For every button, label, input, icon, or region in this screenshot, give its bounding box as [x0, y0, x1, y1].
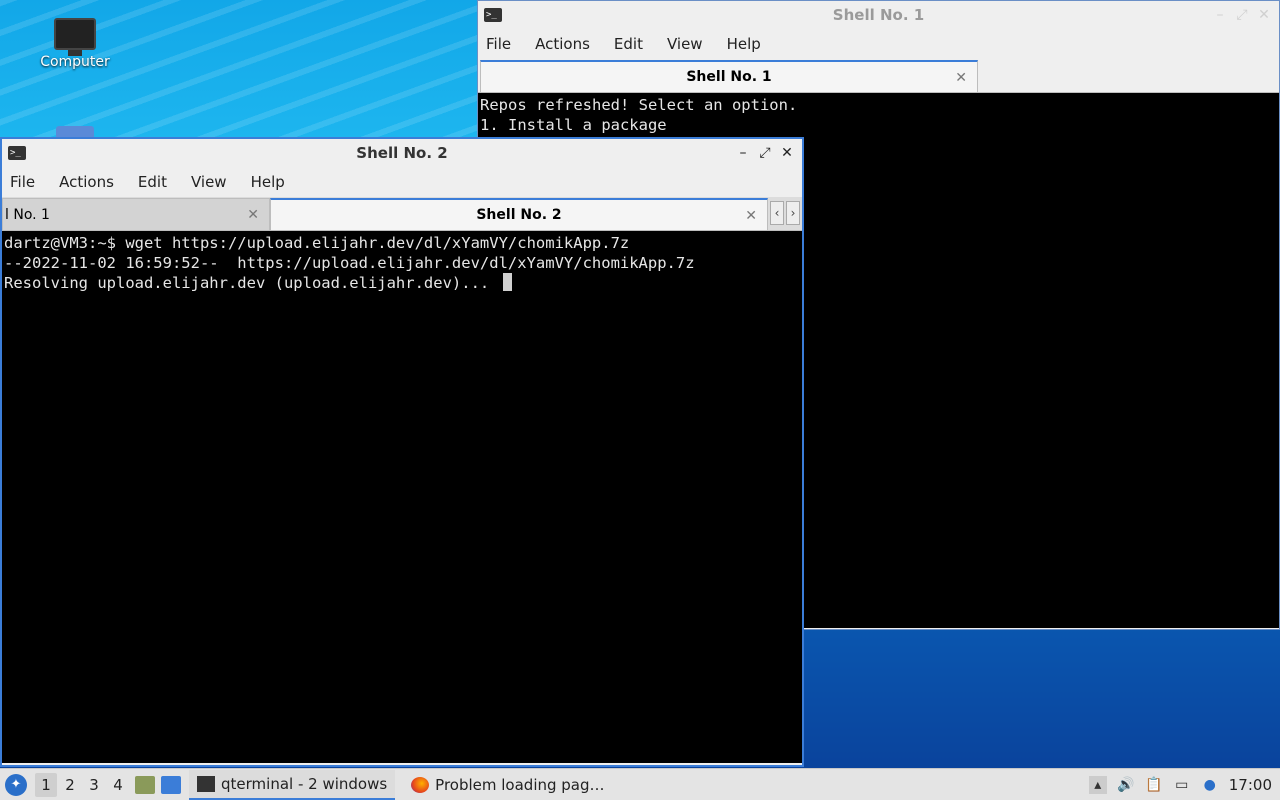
start-menu-icon[interactable]: ✦: [5, 773, 27, 796]
minimize-button[interactable]: –: [734, 144, 752, 162]
titlebar[interactable]: >_ Shell No. 2 – ⤢ ✕: [2, 139, 802, 167]
terminal-line: dartz@VM3:~$ wget https://upload.elijahr…: [4, 234, 630, 252]
show-desktop-icon[interactable]: [161, 775, 181, 794]
workspace-1[interactable]: 1: [35, 772, 57, 797]
tab-shell-1[interactable]: Shell No. 1 ✕: [480, 60, 978, 92]
menubar: File Actions Edit View Help: [2, 167, 802, 197]
tab-scroll-left-icon[interactable]: ‹: [770, 201, 784, 225]
menubar: File Actions Edit View Help: [478, 29, 1279, 59]
taskbar: ✦ 1 2 3 4 qterminal - 2 windows Problem …: [0, 768, 1280, 800]
menu-view[interactable]: View: [179, 173, 239, 191]
desktop-icon-label: Computer: [40, 54, 110, 70]
system-tray: ▴ 🔊 📋 ▭ ● 17:00: [1088, 769, 1280, 800]
workspace-3[interactable]: 3: [83, 773, 105, 797]
menu-file[interactable]: File: [2, 173, 47, 191]
text-cursor: [502, 273, 512, 291]
tray-expand-icon[interactable]: ▴: [1088, 776, 1107, 794]
file-manager-icon[interactable]: [135, 775, 155, 794]
terminal-icon: >_: [484, 8, 502, 22]
firefox-icon: [411, 776, 430, 793]
menu-edit[interactable]: Edit: [126, 173, 179, 191]
menu-actions[interactable]: Actions: [523, 35, 602, 53]
terminal-line: Resolving upload.elijahr.dev (upload.eli…: [4, 274, 499, 292]
notification-icon[interactable]: ●: [1201, 776, 1219, 794]
titlebar[interactable]: >_ Shell No. 1 – ⤢ ✕: [478, 1, 1279, 29]
volume-icon[interactable]: 🔊: [1117, 776, 1135, 794]
window-title: Shell No. 2: [356, 144, 448, 162]
desktop-icon-computer[interactable]: Computer: [35, 18, 115, 70]
computer-icon: [54, 18, 96, 56]
terminal-icon: >_: [8, 146, 26, 160]
clock[interactable]: 17:00: [1229, 776, 1272, 794]
tab-label: Shell No. 1: [686, 69, 772, 85]
task-label: Problem loading pag…: [435, 775, 605, 794]
window-title: Shell No. 1: [832, 6, 925, 24]
workspace-4[interactable]: 4: [107, 773, 129, 797]
close-button[interactable]: ✕: [778, 144, 796, 162]
terminal-output[interactable]: dartz@VM3:~$ wget https://upload.elijahr…: [2, 231, 802, 763]
tab-bar: l No. 1 ✕ Shell No. 2 ✕ ‹ ›: [2, 197, 802, 231]
menu-actions[interactable]: Actions: [47, 173, 126, 191]
tab-scroll-right-icon[interactable]: ›: [786, 201, 800, 225]
maximize-button[interactable]: ⤢: [756, 144, 774, 162]
task-firefox[interactable]: Problem loading pag…: [403, 770, 612, 800]
task-qterminal[interactable]: qterminal - 2 windows: [189, 769, 396, 800]
close-tab-icon[interactable]: ✕: [745, 208, 757, 224]
menu-view[interactable]: View: [655, 35, 715, 53]
terminal-line: 1. Install a package: [480, 116, 667, 134]
close-tab-icon[interactable]: ✕: [247, 207, 259, 223]
close-tab-icon[interactable]: ✕: [955, 70, 967, 86]
menu-edit[interactable]: Edit: [602, 35, 655, 53]
menu-help[interactable]: Help: [715, 35, 773, 53]
tab-label: l No. 1: [5, 206, 50, 223]
tab-bar: Shell No. 1 ✕: [478, 59, 1279, 93]
menu-help[interactable]: Help: [239, 173, 297, 191]
terminal-icon: [197, 775, 215, 792]
network-icon[interactable]: ▭: [1173, 776, 1191, 794]
maximize-button[interactable]: ⤢: [1233, 6, 1251, 24]
terminal-line: --2022-11-02 16:59:52-- https://upload.e…: [4, 254, 695, 272]
menu-file[interactable]: File: [478, 35, 523, 53]
tab-shell-1[interactable]: l No. 1 ✕: [2, 198, 270, 230]
workspace-2[interactable]: 2: [59, 773, 81, 797]
clipboard-icon[interactable]: 📋: [1145, 776, 1163, 794]
tab-label: Shell No. 2: [476, 207, 562, 223]
terminal-line: Repos refreshed! Select an option.: [480, 96, 798, 114]
task-label: qterminal - 2 windows: [221, 774, 388, 793]
terminal-window-shell-2[interactable]: >_ Shell No. 2 – ⤢ ✕ File Actions Edit V…: [0, 137, 804, 767]
tab-shell-2[interactable]: Shell No. 2 ✕: [270, 198, 768, 230]
minimize-button[interactable]: –: [1211, 6, 1229, 24]
close-button[interactable]: ✕: [1255, 6, 1273, 24]
